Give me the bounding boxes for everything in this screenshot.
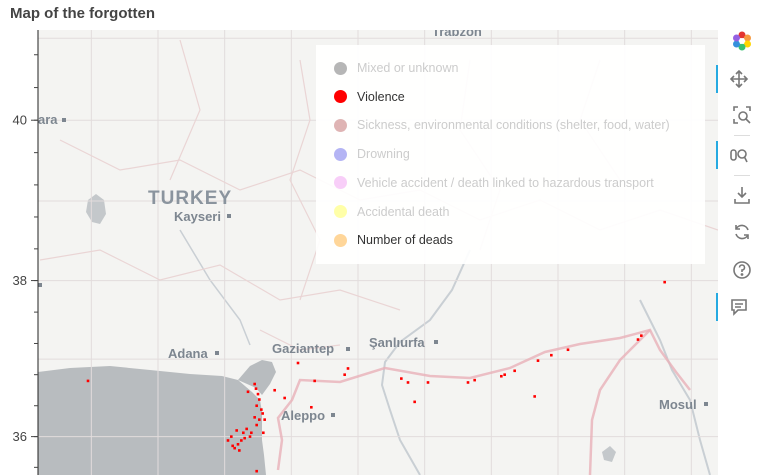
legend-swatch [334, 233, 347, 247]
y-tick-label: 40 [13, 113, 27, 128]
violence-point[interactable] [248, 435, 252, 438]
country-turkey: TURKEY [148, 188, 232, 209]
legend-swatch [334, 147, 347, 161]
violence-point[interactable] [86, 379, 90, 383]
violence-point[interactable] [242, 431, 245, 435]
pan-icon[interactable] [716, 65, 760, 93]
box-zoom-icon[interactable] [726, 101, 758, 129]
violence-point[interactable] [238, 449, 241, 452]
violence-point[interactable] [413, 400, 416, 404]
violence-point[interactable] [255, 469, 258, 473]
violence-point[interactable] [260, 408, 263, 411]
legend-item[interactable]: Accidental death [334, 202, 449, 222]
city-partial: ara [38, 112, 58, 127]
violence-point[interactable] [533, 395, 536, 398]
violence-point[interactable] [273, 388, 276, 392]
violence-point[interactable] [250, 431, 253, 435]
city-sanliurfa: Şanlıurfa [369, 335, 425, 350]
violence-point[interactable] [253, 382, 256, 386]
violence-point[interactable] [253, 416, 256, 419]
violence-point[interactable] [254, 387, 258, 390]
legend-swatch [334, 176, 347, 190]
city-adana: Adana [168, 346, 209, 361]
violence-point[interactable] [296, 361, 300, 365]
city-kayseri: Kayseri [174, 209, 221, 224]
legend-swatch [334, 61, 347, 75]
violence-point[interactable] [262, 431, 265, 435]
violence-point[interactable] [226, 439, 230, 442]
city-aleppo: Aleppo [281, 408, 325, 423]
legend-item[interactable]: Number of deads [334, 230, 453, 250]
legend-swatch [334, 205, 347, 218]
violence-point[interactable] [258, 418, 261, 421]
violence-point[interactable] [235, 429, 238, 432]
violence-point[interactable] [406, 381, 410, 384]
legend-label: Drowning [357, 147, 410, 162]
violence-point[interactable] [256, 392, 260, 396]
violence-point[interactable] [636, 338, 640, 341]
wheel-zoom-icon[interactable] [716, 141, 760, 169]
violence-point[interactable] [231, 444, 234, 448]
legend-label: Mixed or unknown [357, 61, 459, 75]
violence-point[interactable] [243, 436, 246, 440]
violence-point[interactable] [536, 359, 540, 362]
violence-point[interactable] [258, 398, 261, 401]
legend-label: Accidental death [357, 204, 450, 219]
hover-icon[interactable] [716, 293, 760, 321]
violence-point[interactable] [261, 412, 264, 415]
y-axis: 40 38 36 [13, 54, 38, 468]
violence-point[interactable] [550, 353, 553, 357]
violence-point[interactable] [233, 446, 236, 450]
violence-point[interactable] [246, 390, 250, 394]
bokeh-logo-icon[interactable] [726, 27, 758, 55]
legend-item[interactable]: Violence [334, 87, 405, 107]
violence-point[interactable] [310, 405, 313, 409]
violence-point[interactable] [400, 377, 403, 380]
violence-point[interactable] [513, 369, 516, 373]
violence-point[interactable] [343, 373, 346, 376]
violence-point[interactable] [236, 443, 240, 446]
violence-point[interactable] [255, 423, 258, 427]
toolbar [716, 27, 767, 475]
violence-point[interactable] [240, 439, 243, 442]
legend-item[interactable]: Drowning [334, 144, 410, 164]
violence-point[interactable] [230, 435, 233, 438]
legend: Mixed or unknown Violence Sickness, enviro… [316, 45, 705, 264]
violence-point[interactable] [466, 381, 470, 384]
violence-point[interactable] [245, 427, 248, 431]
legend-label: Sickness, environmental conditions (shel… [357, 118, 670, 133]
city-mosul: Mosul [659, 397, 697, 412]
violence-point[interactable] [346, 367, 350, 370]
reset-icon[interactable] [726, 218, 758, 246]
city-gaziantep: Gaziantep [272, 341, 334, 356]
save-icon[interactable] [726, 181, 758, 209]
legend-swatch [334, 90, 347, 104]
help-icon[interactable] [726, 256, 758, 284]
violence-point[interactable] [255, 404, 258, 408]
legend-label: Violence [357, 89, 405, 104]
legend-item[interactable]: Sickness, environmental conditions (shel… [334, 115, 670, 135]
legend-item[interactable]: Vehicle accident / death linked to hazar… [334, 173, 654, 193]
violence-point[interactable] [663, 280, 666, 284]
y-tick-label: 38 [13, 273, 27, 288]
violence-point[interactable] [500, 374, 503, 378]
legend-label: Number of deads [357, 233, 453, 248]
violence-point[interactable] [263, 418, 266, 421]
violence-point[interactable] [503, 373, 506, 376]
legend-label: Vehicle accident / death linked to hazar… [357, 175, 654, 190]
violence-point[interactable] [640, 334, 643, 337]
y-tick-label: 36 [13, 429, 27, 444]
violence-point[interactable] [426, 381, 430, 384]
violence-point[interactable] [566, 348, 570, 352]
sea [38, 366, 266, 475]
violence-point[interactable] [473, 378, 476, 382]
legend-swatch [334, 118, 347, 132]
legend-item[interactable]: Mixed or unknown [334, 58, 458, 78]
violence-point[interactable] [313, 379, 316, 383]
city-trabzon: Trabzon [432, 24, 482, 39]
violence-point[interactable] [283, 396, 286, 400]
